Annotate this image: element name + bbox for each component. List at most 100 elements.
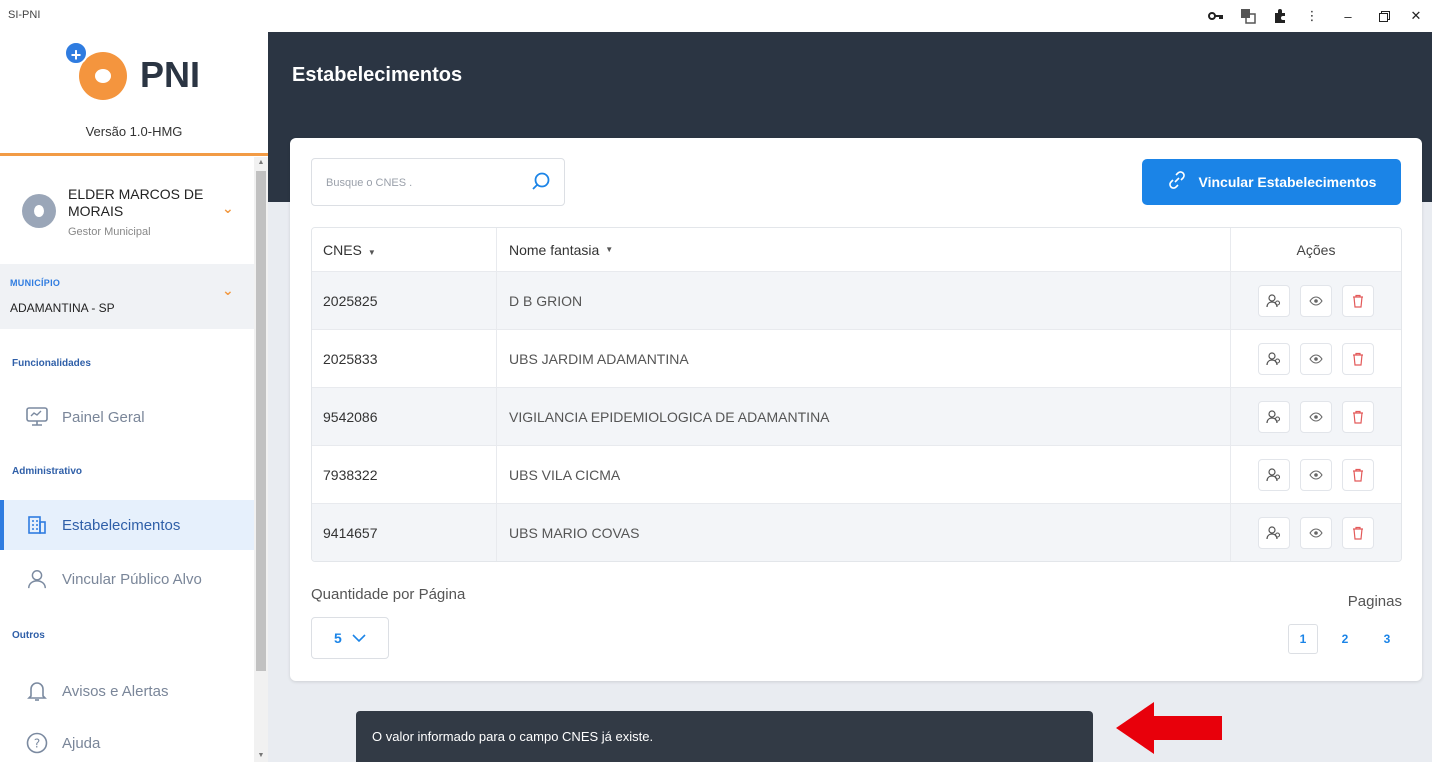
page-title: Estabelecimentos: [292, 64, 463, 86]
delete-button[interactable]: [1342, 284, 1374, 317]
table-row: 7938322 UBS VILA CICMA: [312, 445, 1401, 503]
chevron-down-icon[interactable]: ⌄: [222, 282, 234, 299]
chevron-down-icon[interactable]: ⌄: [222, 200, 234, 217]
window-titlebar: SI-PNI ⋮ – ✕: [0, 0, 1432, 32]
minimize-icon[interactable]: –: [1328, 0, 1368, 32]
more-icon[interactable]: ⋮: [1296, 0, 1328, 32]
sort-icon[interactable]: ▼: [605, 245, 613, 254]
sidebar-item-label: Ajuda: [62, 734, 101, 752]
sort-icon[interactable]: ▼: [368, 248, 376, 257]
link-users-button[interactable]: [1258, 284, 1290, 317]
view-button[interactable]: [1300, 516, 1332, 549]
bell-icon: [26, 680, 48, 702]
section-administrativo: Administrativo: [12, 466, 83, 477]
trash-icon: [1353, 526, 1363, 540]
view-button[interactable]: [1300, 284, 1332, 317]
table-header-row: CNES ▼ Nome fantasia ▼ Ações: [312, 228, 1401, 271]
page-button-3[interactable]: 3: [1372, 624, 1402, 654]
sidebar-item-ajuda[interactable]: ? Ajuda: [0, 718, 254, 762]
restore-icon[interactable]: [1368, 0, 1400, 32]
section-outros: Outros: [12, 630, 45, 641]
logo-area: + PNI Versão 1.0-HMG: [0, 32, 268, 156]
sidebar-item-avisos-alertas[interactable]: Avisos e Alertas: [0, 666, 254, 716]
users-icon: [1266, 409, 1281, 423]
cell-nome: UBS MARIO COVAS: [496, 504, 1230, 561]
cell-cnes: 7938322: [323, 466, 378, 483]
eye-icon: [1309, 353, 1323, 364]
column-header-cnes[interactable]: CNES ▼: [312, 242, 496, 258]
cell-nome: VIGILANCIA EPIDEMIOLOGICA DE ADAMANTINA: [496, 388, 1230, 445]
sidebar-item-label: Estabelecimentos: [62, 516, 181, 534]
estabelecimentos-table: CNES ▼ Nome fantasia ▼ Ações 2025825 D B G…: [311, 227, 1402, 562]
quantidade-por-pagina-label: Quantidade por Página: [311, 586, 466, 603]
page-size-select[interactable]: 5: [311, 617, 389, 659]
delete-button[interactable]: [1342, 516, 1374, 549]
table-row: 2025825 D B GRION: [312, 271, 1401, 329]
search-box: [311, 158, 565, 206]
section-funcionalidades: Funcionalidades: [12, 358, 91, 369]
user-role: Gestor Municipal: [68, 226, 151, 238]
extensions-icon[interactable]: [1264, 0, 1296, 32]
vincular-estabelecimentos-button[interactable]: Vincular Estabelecimentos: [1142, 159, 1401, 205]
link-users-button[interactable]: [1258, 458, 1290, 491]
sidebar-scrollbar[interactable]: ▲ ▼: [254, 157, 268, 762]
scrollbar-thumb[interactable]: [256, 171, 266, 671]
search-icon[interactable]: [530, 171, 552, 193]
delete-button[interactable]: [1342, 342, 1374, 375]
column-header-nome[interactable]: Nome fantasia ▼: [496, 228, 1230, 271]
toast-message: O valor informado para o campo CNES já e…: [372, 729, 654, 744]
sidebar-item-estabelecimentos[interactable]: Estabelecimentos: [0, 500, 254, 550]
window-title: SI-PNI: [8, 9, 41, 21]
content-card: Vincular Estabelecimentos CNES▼ Nome fan…: [290, 138, 1422, 681]
page-button-1[interactable]: 1: [1288, 624, 1318, 654]
page-size-value: 5: [334, 630, 342, 646]
cell-nome: UBS VILA CICMA: [496, 446, 1230, 503]
users-icon: [1266, 293, 1281, 307]
users-icon: [1266, 525, 1281, 539]
eye-icon: [1309, 527, 1323, 538]
link-users-button[interactable]: [1258, 342, 1290, 375]
link-users-button[interactable]: [1258, 516, 1290, 549]
chevron-down-icon: [352, 631, 366, 645]
pagination: 1 2 3: [1288, 624, 1402, 654]
user-panel[interactable]: ELDER MARCOS DE MORAIS Gestor Municipal …: [0, 164, 254, 254]
users-icon: [1266, 351, 1281, 365]
link-users-button[interactable]: [1258, 400, 1290, 433]
scroll-up-icon[interactable]: ▲: [254, 157, 268, 169]
vincular-label: Vincular Estabelecimentos: [1198, 174, 1377, 190]
scroll-down-icon[interactable]: ▼: [254, 750, 268, 762]
row-actions: [1230, 446, 1401, 503]
building-icon: [26, 514, 48, 536]
cell-nome: D B GRION: [496, 272, 1230, 329]
row-actions: [1230, 272, 1401, 329]
page-button-2[interactable]: 2: [1330, 624, 1360, 654]
sidebar-item-painel-geral[interactable]: Painel Geral: [0, 392, 254, 442]
user-name: ELDER MARCOS DE MORAIS: [68, 186, 204, 219]
view-button[interactable]: [1300, 458, 1332, 491]
logo-text: PNI: [140, 54, 201, 95]
version-label: Versão 1.0-HMG: [85, 124, 183, 139]
view-button[interactable]: [1300, 400, 1332, 433]
cell-cnes: 2025825: [323, 292, 378, 309]
table-row: 9414657 UBS MARIO COVAS: [312, 503, 1401, 561]
search-input[interactable]: [326, 173, 516, 193]
table-row: 9542086 VIGILANCIA EPIDEMIOLOGICA DE ADA…: [312, 387, 1401, 445]
cell-cnes: 9542086: [323, 408, 378, 425]
sidebar-item-vincular-publico-alvo[interactable]: Vincular Público Alvo: [0, 554, 254, 604]
trash-icon: [1353, 294, 1363, 308]
user-icon: [26, 568, 48, 590]
trash-icon: [1353, 468, 1363, 482]
avatar: [22, 194, 56, 228]
table-row: 2025833 UBS JARDIM ADAMANTINA: [312, 329, 1401, 387]
row-actions: [1230, 504, 1401, 561]
translate-icon[interactable]: [1232, 0, 1264, 32]
delete-button[interactable]: [1342, 400, 1374, 433]
view-button[interactable]: [1300, 342, 1332, 375]
key-icon[interactable]: [1200, 0, 1232, 32]
municipio-selector[interactable]: MUNICÍPIO ADAMANTINA - SP ⌄: [0, 264, 254, 329]
sidebar-item-label: Avisos e Alertas: [62, 682, 169, 700]
close-icon[interactable]: ✕: [1400, 0, 1432, 32]
toast-notification: O valor informado para o campo CNES já e…: [356, 711, 1093, 762]
delete-button[interactable]: [1342, 458, 1374, 491]
help-icon: ?: [26, 732, 48, 754]
